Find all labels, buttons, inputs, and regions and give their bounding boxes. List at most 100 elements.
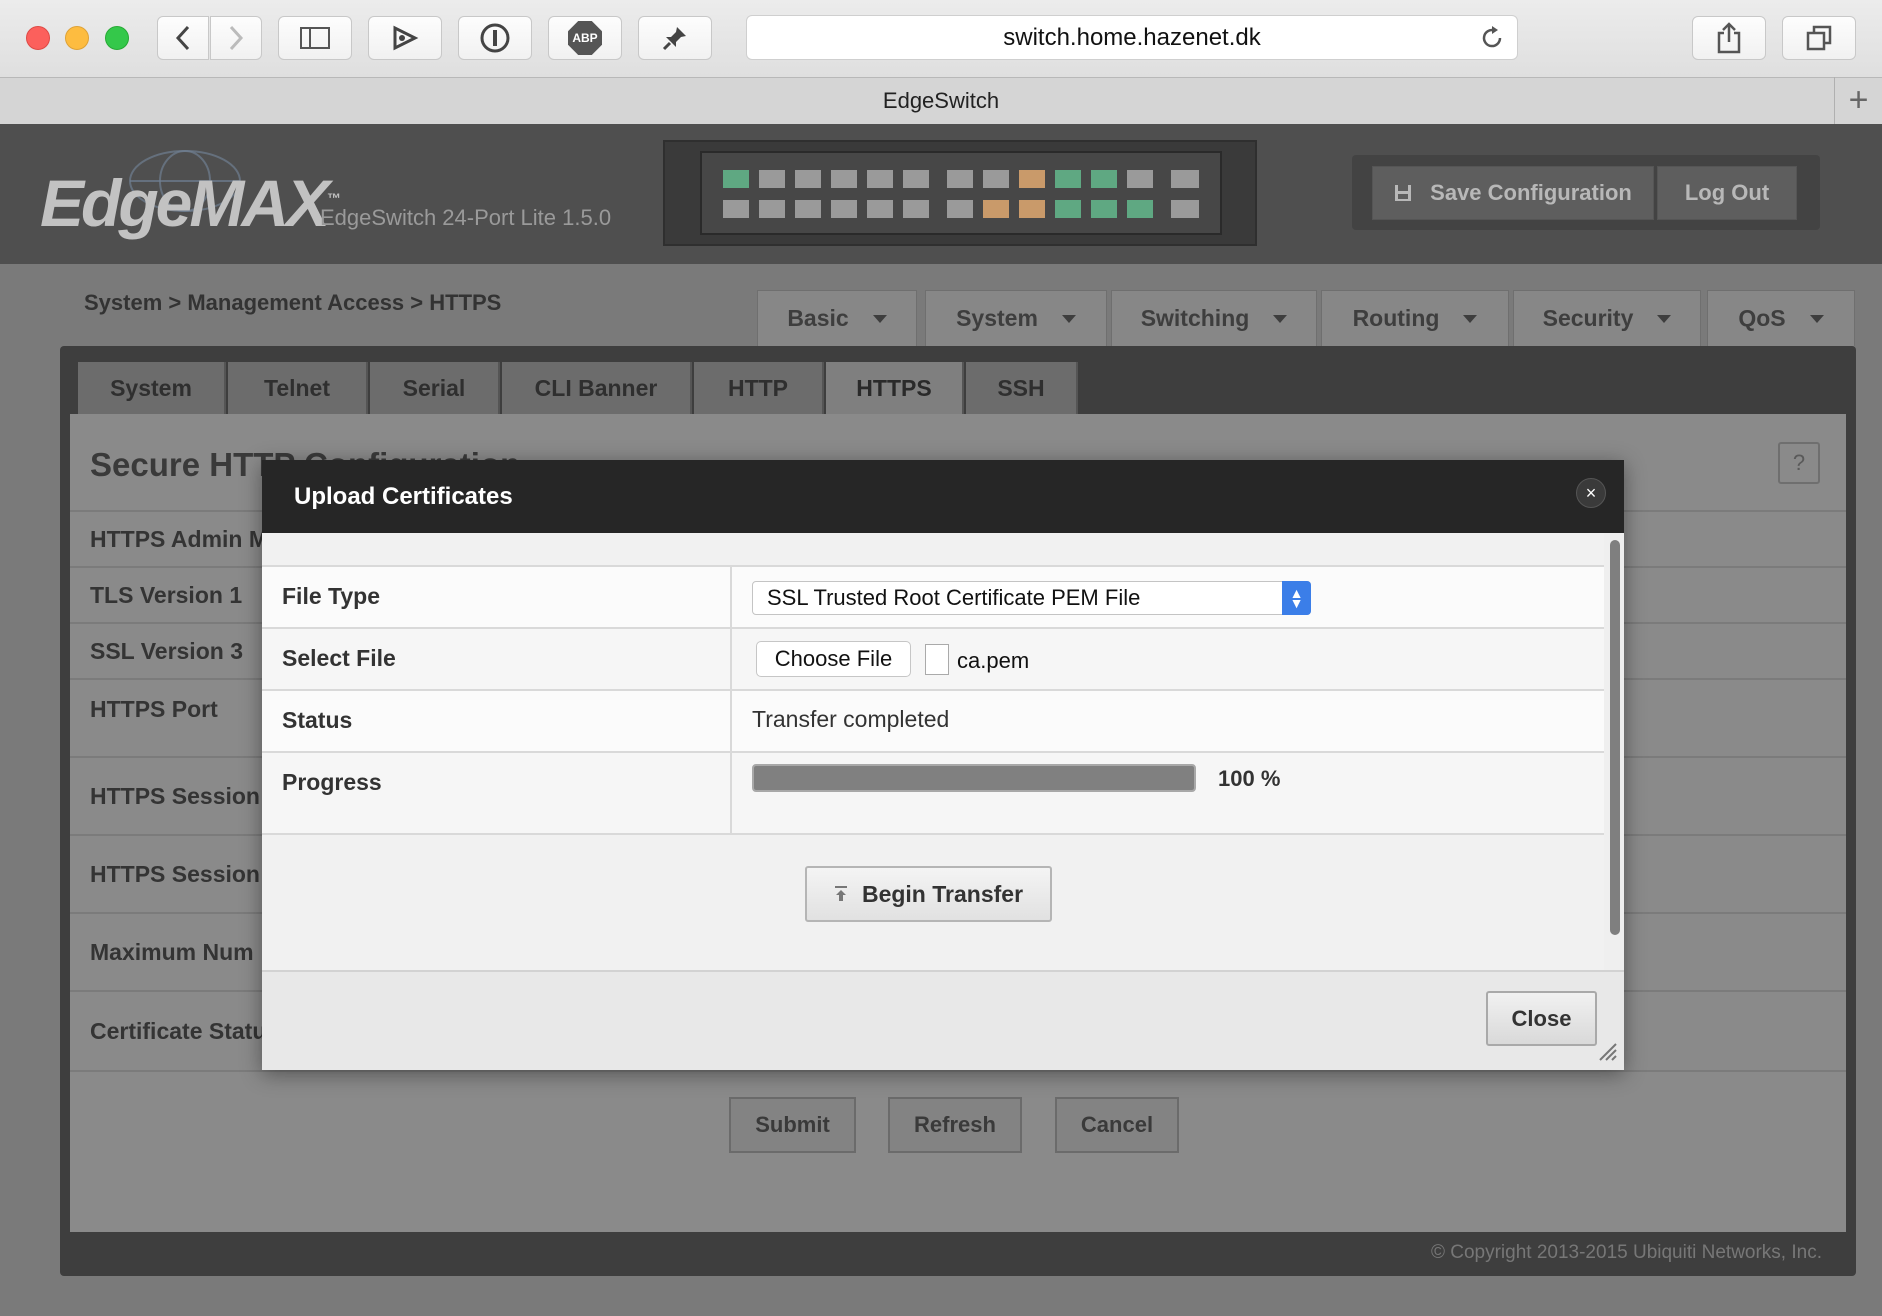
begin-transfer-button[interactable]: Begin Transfer <box>805 866 1052 922</box>
subtab-label: Telnet <box>263 374 331 401</box>
switch-port-idle[interactable] <box>867 170 893 188</box>
subtab-label: Serial <box>402 374 466 401</box>
subtab-https[interactable]: HTTPS <box>826 362 964 414</box>
subtab-label: CLI Banner <box>534 374 658 401</box>
switch-port-active[interactable] <box>1091 200 1117 218</box>
tabs-overview-button[interactable] <box>1782 16 1856 60</box>
address-bar[interactable]: switch.home.hazenet.dk <box>746 15 1518 60</box>
password-icon <box>480 23 510 53</box>
switch-port-idle[interactable] <box>795 170 821 188</box>
progress-percent: 100 % <box>1218 766 1281 791</box>
logo-text: EdgeMAX <box>40 166 330 240</box>
help-button[interactable]: ? <box>1778 442 1820 484</box>
nav-routing[interactable]: Routing <box>1321 290 1509 346</box>
logout-button[interactable]: Log Out <box>1657 166 1797 220</box>
subtab-serial[interactable]: Serial <box>370 362 500 414</box>
setting-label: TLS Version 1 <box>90 581 243 608</box>
nav-security[interactable]: Security <box>1513 290 1701 346</box>
switch-port-warn[interactable] <box>983 200 1009 218</box>
switch-port-idle[interactable] <box>903 200 929 218</box>
nav-switching[interactable]: Switching <box>1111 290 1317 346</box>
upload-icon <box>834 886 847 901</box>
nav-label: Security <box>1542 305 1634 331</box>
copyright: © Copyright 2013-2015 Ubiquiti Networks,… <box>1430 1242 1822 1263</box>
dialog-close-icon[interactable]: × <box>1576 478 1606 508</box>
switch-port-active[interactable] <box>723 170 749 188</box>
minimize-window-icon[interactable] <box>65 26 89 50</box>
switch-port-active[interactable] <box>1055 170 1081 188</box>
adblock-icon: ABP <box>568 21 602 55</box>
device-model: EdgeSwitch 24-Port Lite 1.5.0 <box>320 205 612 230</box>
switch-port-idle[interactable] <box>795 200 821 218</box>
switch-port-idle[interactable] <box>1171 170 1199 188</box>
share-button[interactable] <box>1692 16 1766 60</box>
adblock-button[interactable]: ABP <box>548 16 622 60</box>
refresh-button[interactable]: Refresh <box>888 1097 1022 1153</box>
select-arrows-icon[interactable]: ▲ ▼ <box>1282 581 1311 615</box>
file-type-select[interactable]: SSL Trusted Root Certificate PEM File <box>752 581 1311 615</box>
zoom-window-icon[interactable] <box>105 26 129 50</box>
switch-port-idle[interactable] <box>759 200 785 218</box>
nav-basic[interactable]: Basic <box>757 290 917 346</box>
new-tab-icon[interactable]: + <box>1834 77 1882 124</box>
submit-button[interactable]: Submit <box>729 1097 856 1153</box>
subtab-system[interactable]: System <box>78 362 226 414</box>
chevron-down-icon <box>1061 314 1076 323</box>
choose-file-button[interactable]: Choose File <box>756 641 911 677</box>
logout-label: Log Out <box>1684 180 1770 205</box>
nav-system[interactable]: System <box>925 290 1107 346</box>
switch-port-idle[interactable] <box>759 170 785 188</box>
chevron-down-icon <box>1463 314 1478 323</box>
close-button[interactable]: Close <box>1486 991 1597 1046</box>
url-text: switch.home.hazenet.dk <box>1003 23 1261 51</box>
browser-tab[interactable]: EdgeSwitch <box>0 77 1882 124</box>
subtab-ssh[interactable]: SSH <box>966 362 1078 414</box>
nav-qos[interactable]: QoS <box>1707 290 1855 346</box>
save-configuration-button[interactable]: Save Configuration <box>1372 166 1654 220</box>
resize-grip-icon[interactable] <box>1596 1040 1618 1062</box>
switch-port-active[interactable] <box>1055 200 1081 218</box>
dialog-footer <box>262 970 1624 1070</box>
switch-port-idle[interactable] <box>831 200 857 218</box>
switch-port-idle[interactable] <box>947 200 973 218</box>
back-button[interactable] <box>157 16 209 60</box>
cancel-button[interactable]: Cancel <box>1055 1097 1179 1153</box>
switch-port-idle[interactable] <box>983 170 1009 188</box>
nav-label: QoS <box>1738 305 1786 331</box>
switch-port-warn[interactable] <box>1019 170 1045 188</box>
switch-port-idle[interactable] <box>1171 200 1199 218</box>
setting-label: HTTPS Session <box>90 860 260 887</box>
switch-port-idle[interactable] <box>723 200 749 218</box>
subtab-label: HTTPS <box>856 374 932 401</box>
subtab-cli-banner[interactable]: CLI Banner <box>502 362 692 414</box>
subtab-http[interactable]: HTTP <box>694 362 824 414</box>
transfer-status: Transfer completed <box>752 706 950 732</box>
password-button[interactable] <box>458 16 532 60</box>
sidebar-button[interactable] <box>278 16 352 60</box>
switch-port-idle[interactable] <box>867 200 893 218</box>
switch-port-idle[interactable] <box>903 170 929 188</box>
reader-button[interactable] <box>368 16 442 60</box>
dialog-title: Upload Certificates <box>294 482 513 510</box>
pin-button[interactable] <box>638 16 712 60</box>
selected-file-name: ca.pem <box>957 648 1030 673</box>
forward-button[interactable] <box>210 16 262 60</box>
switch-port-idle[interactable] <box>1127 170 1153 188</box>
reload-icon[interactable] <box>1478 24 1506 52</box>
switch-port-active[interactable] <box>1091 170 1117 188</box>
subtab-telnet[interactable]: Telnet <box>228 362 368 414</box>
select-file-label: Select File <box>262 629 732 689</box>
breadcrumb: System > Management Access > HTTPS <box>84 290 502 315</box>
edgemax-logo: EdgeMAX™ <box>40 165 341 241</box>
nav-label: Basic <box>787 305 849 331</box>
logo-trademark: ™ <box>327 190 342 206</box>
switch-port-idle[interactable] <box>831 170 857 188</box>
close-window-icon[interactable] <box>26 26 50 50</box>
status-label: Status <box>262 691 732 751</box>
share-icon <box>1717 22 1741 54</box>
switch-port-idle[interactable] <box>947 170 973 188</box>
switch-port-warn[interactable] <box>1019 200 1045 218</box>
switch-port-active[interactable] <box>1127 200 1153 218</box>
scrollbar-thumb[interactable] <box>1610 540 1620 935</box>
nav-label: System <box>956 305 1038 331</box>
